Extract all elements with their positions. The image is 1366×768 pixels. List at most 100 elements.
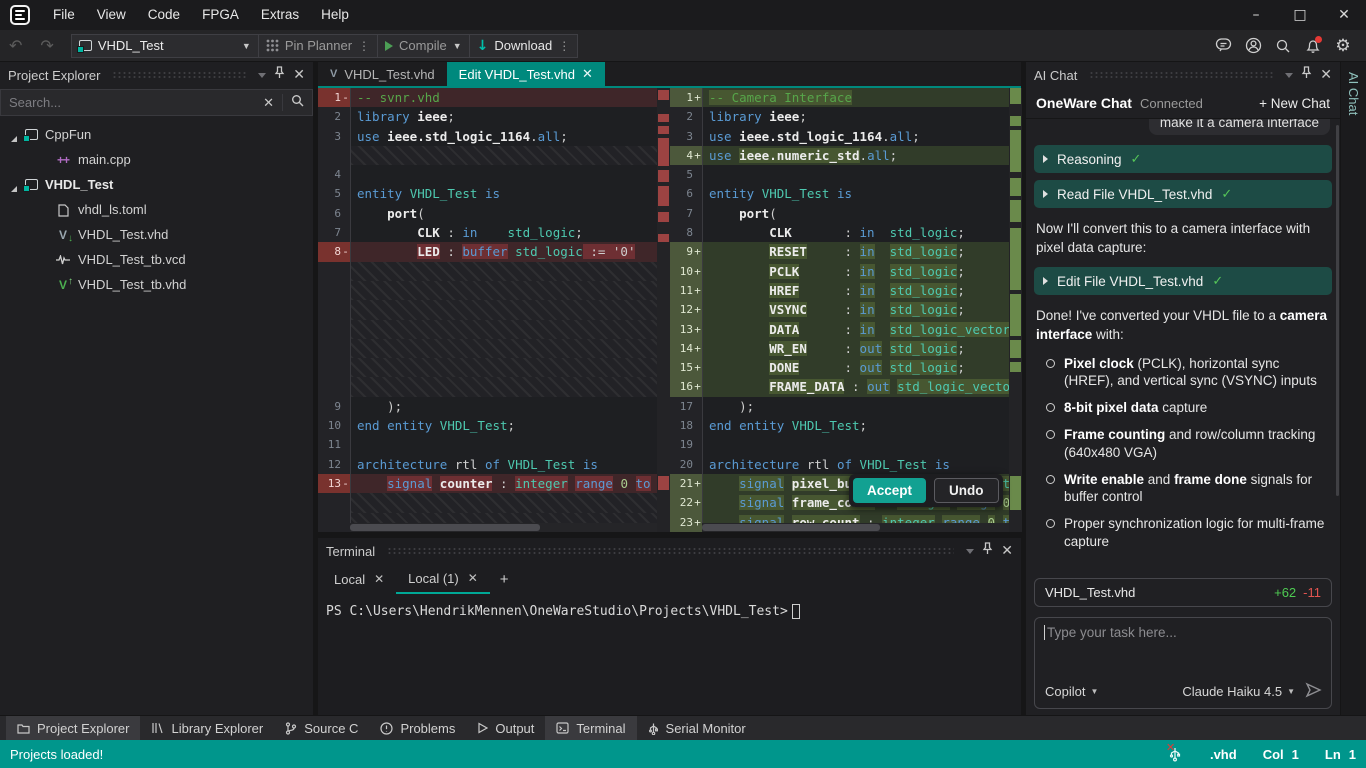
- account-icon[interactable]: [1240, 33, 1266, 59]
- diff-pane-original[interactable]: 1--- svnr.vhd2library ieee;3use ieee.std…: [318, 88, 670, 532]
- code-line-content: architecture rtl of VHDL_Test is: [350, 455, 670, 474]
- editor-tab-edit-vhdl-test-vhd[interactable]: Edit VHDL_Test.vhd✕: [447, 62, 605, 86]
- new-chat-button[interactable]: + New Chat: [1259, 96, 1330, 111]
- diff-pane-modified[interactable]: 1+-- Camera Interface2library ieee;3use …: [670, 88, 1022, 532]
- search-icon[interactable]: [1270, 33, 1296, 59]
- bottom-tab-serial-monitor[interactable]: Serial Monitor: [637, 716, 757, 740]
- undo-button[interactable]: Undo: [934, 478, 999, 503]
- menu-code[interactable]: Code: [137, 0, 191, 30]
- menu-help[interactable]: Help: [310, 0, 360, 30]
- pin-icon[interactable]: [1301, 66, 1312, 84]
- terminal-tab-local[interactable]: Local✕: [322, 564, 396, 594]
- chat-message-list[interactable]: make it a camera interface Reasoning✓ Read…: [1026, 118, 1340, 572]
- terminal-cursor: [792, 604, 800, 619]
- tree-item-label: vhdl_ls.toml: [78, 202, 147, 217]
- close-tab-icon[interactable]: ✕: [582, 66, 593, 82]
- panel-drag-handle[interactable]: [1089, 71, 1273, 79]
- tree-item-vhdl-test[interactable]: VHDL_Test: [0, 172, 313, 197]
- close-panel-icon[interactable]: ✕: [1320, 67, 1332, 83]
- line-indicator[interactable]: Ln1: [1325, 747, 1356, 762]
- line-number: 4+: [670, 146, 702, 165]
- pin-icon[interactable]: [274, 66, 285, 84]
- minimize-button[interactable]: –: [1234, 0, 1278, 30]
- bottom-tab-terminal[interactable]: Terminal: [545, 716, 636, 740]
- panel-menu-icon[interactable]: [1285, 73, 1293, 78]
- bottom-tab-library-explorer[interactable]: Library Explorer: [140, 716, 274, 740]
- changed-file-chip[interactable]: VHDL_Test.vhd +62 -11: [1034, 578, 1332, 607]
- tree-item-vhdl-test-tb-vcd[interactable]: VHDL_Test_tb.vcd: [0, 247, 313, 272]
- horizontal-scrollbar[interactable]: [350, 523, 657, 532]
- close-panel-icon[interactable]: ✕: [293, 67, 305, 83]
- pin-planner-label: Pin Planner: [285, 38, 352, 53]
- chevron-down-icon[interactable]: ▼: [453, 41, 462, 51]
- tree-item-cppfun[interactable]: CppFun: [0, 122, 313, 147]
- code-line-content: [702, 435, 1022, 454]
- undo-icon[interactable]: ↶: [0, 36, 31, 55]
- tree-item-vhdl-test-vhd[interactable]: V↓VHDL_Test.vhd: [0, 222, 313, 247]
- agent-mode-selector[interactable]: Copilot▼: [1045, 684, 1098, 699]
- expander-icon[interactable]: [10, 181, 18, 189]
- search-input[interactable]: [1, 95, 255, 110]
- notifications-bell-icon[interactable]: [1300, 33, 1326, 59]
- menu-fpga[interactable]: FPGA: [191, 0, 250, 30]
- download-button[interactable]: ↓ Download ⋮: [470, 34, 579, 58]
- bottom-tab-source-c[interactable]: Source C: [274, 716, 369, 740]
- tree-item-vhdl-ls-toml[interactable]: vhdl_ls.toml: [0, 197, 313, 222]
- menu-extras[interactable]: Extras: [250, 0, 310, 30]
- tree-item-vhdl-test-tb-vhd[interactable]: V↑VHDL_Test_tb.vhd: [0, 272, 313, 297]
- kebab-icon[interactable]: ⋮: [558, 39, 570, 53]
- serial-disconnected-icon[interactable]: ✕: [1168, 746, 1184, 762]
- chat-input-box[interactable]: Type your task here... Copilot▼ Claude H…: [1034, 617, 1332, 709]
- redo-icon[interactable]: ↷: [31, 36, 62, 55]
- project-icon: [25, 179, 38, 190]
- menu-file[interactable]: File: [42, 0, 86, 30]
- close-tab-icon[interactable]: ✕: [468, 571, 478, 585]
- user-message-bubble: make it a camera interface: [1149, 118, 1330, 135]
- menu-view[interactable]: View: [86, 0, 137, 30]
- assistant-paragraph: Now I'll convert this to a camera interf…: [1036, 220, 1330, 257]
- ai-chat-side-tab[interactable]: AI Chat: [1340, 62, 1366, 715]
- kebab-icon[interactable]: ⋮: [358, 39, 370, 53]
- chat-scrollbar[interactable]: [1336, 125, 1339, 496]
- horizontal-scrollbar[interactable]: [702, 523, 1009, 532]
- terminal-tab-local-1-[interactable]: Local (1)✕: [396, 564, 490, 594]
- bottom-tab-project-explorer[interactable]: Project Explorer: [6, 716, 140, 740]
- close-tab-icon[interactable]: ✕: [374, 572, 384, 586]
- editor-tab-vhdl-test-vhd[interactable]: VVHDL_Test.vhd: [318, 62, 447, 86]
- line-number: [318, 320, 350, 339]
- terminal-output[interactable]: PS C:\Users\HendrikMennen\OneWareStudio\…: [318, 594, 1021, 715]
- panel-drag-handle[interactable]: [112, 71, 246, 79]
- file-extension-indicator[interactable]: .vhd: [1210, 747, 1237, 762]
- close-panel-icon[interactable]: ✕: [1001, 543, 1013, 559]
- project-selector[interactable]: VHDL_Test ▼: [71, 34, 259, 58]
- close-button[interactable]: ✕: [1322, 0, 1366, 30]
- accept-button[interactable]: Accept: [853, 478, 926, 503]
- pin-icon[interactable]: [982, 542, 993, 560]
- new-terminal-icon[interactable]: +: [490, 564, 519, 594]
- compile-button[interactable]: Compile ▼: [378, 34, 470, 58]
- compile-label: Compile: [399, 38, 447, 53]
- expander-icon[interactable]: [10, 131, 18, 139]
- maximize-button[interactable]: □: [1278, 0, 1322, 30]
- pin-planner-button[interactable]: Pin Planner ⋮: [259, 34, 378, 58]
- settings-gear-icon[interactable]: ⚙: [1330, 33, 1356, 59]
- send-message-icon[interactable]: [1295, 682, 1323, 701]
- search-icon[interactable]: [283, 94, 312, 112]
- bottom-tab-output[interactable]: Output: [466, 716, 545, 740]
- problems-icon: [380, 722, 393, 735]
- tool-step-reasoning[interactable]: Reasoning✓: [1034, 145, 1332, 173]
- code-line-content: -- Camera Interface: [702, 88, 1022, 107]
- panel-menu-icon[interactable]: [258, 73, 266, 78]
- tool-step-edit-file-vhdl-test-vhd[interactable]: Edit File VHDL_Test.vhd✓: [1034, 267, 1332, 295]
- panel-drag-handle[interactable]: [387, 547, 954, 555]
- clear-search-icon[interactable]: ✕: [255, 94, 283, 111]
- bottom-tab-problems[interactable]: Problems: [369, 716, 466, 740]
- column-indicator[interactable]: Col1: [1263, 747, 1299, 762]
- diff-editor[interactable]: 1--- svnr.vhd2library ieee;3use ieee.std…: [318, 88, 1021, 532]
- feedback-icon[interactable]: [1210, 33, 1236, 59]
- tree-item-main-cpp[interactable]: ++main.cpp: [0, 147, 313, 172]
- success-check-icon: ✓: [1221, 186, 1232, 202]
- model-selector[interactable]: Claude Haiku 4.5▼: [1182, 684, 1295, 699]
- tool-step-read-file-vhdl-test-vhd[interactable]: Read File VHDL_Test.vhd✓: [1034, 180, 1332, 208]
- panel-menu-icon[interactable]: [966, 549, 974, 554]
